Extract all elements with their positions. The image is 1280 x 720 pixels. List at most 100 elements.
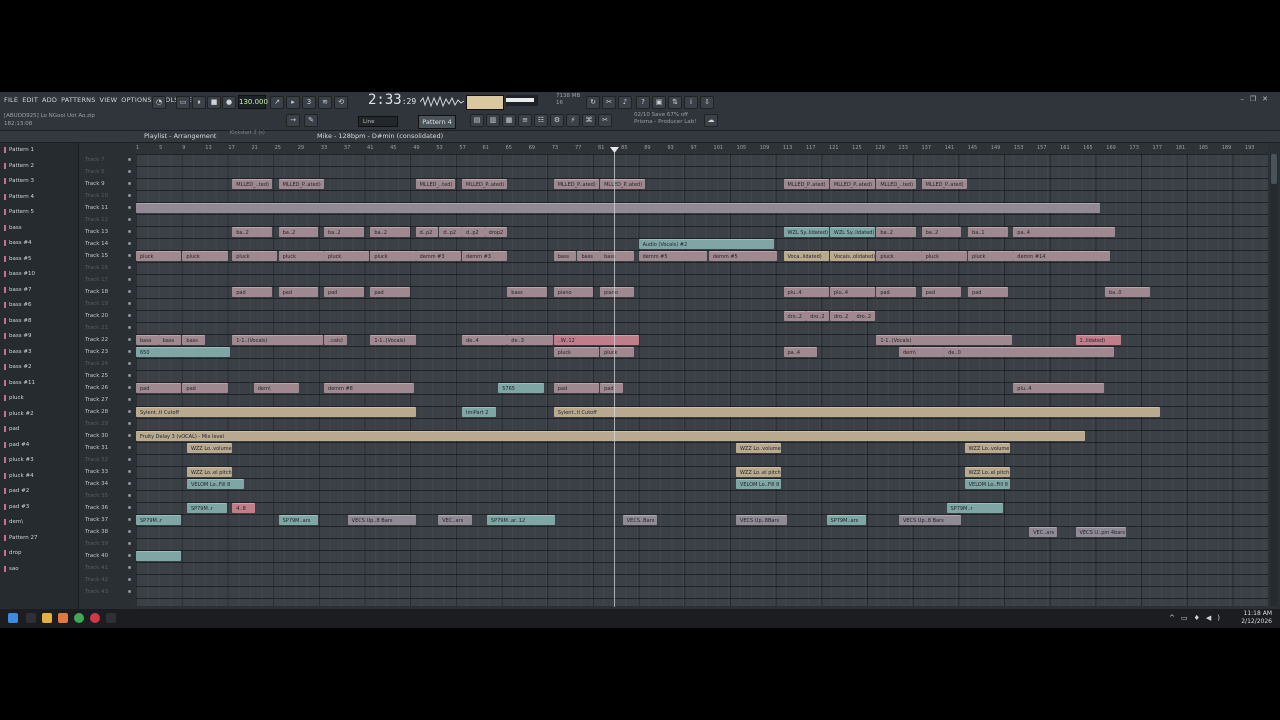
track-mute-led[interactable] <box>128 590 131 593</box>
pause-button[interactable]: ⏸ <box>192 96 206 109</box>
chrome-icon[interactable] <box>74 613 84 623</box>
system-tray[interactable]: ^▭♦◀) <box>1169 614 1226 622</box>
picker-item[interactable]: pluck #3 <box>4 455 72 465</box>
playlist-clip[interactable]: d..p2 <box>439 227 462 237</box>
playlist-clip[interactable]: VEC..ars <box>438 515 473 525</box>
playlist-clip[interactable]: MLLED_P..ated) <box>829 179 876 189</box>
window-controls[interactable]: –❐✕ <box>1240 95 1274 103</box>
picker-item[interactable]: Pattern 2 <box>4 161 72 171</box>
track-mute-led[interactable] <box>128 170 131 173</box>
playlist-clip[interactable]: pad <box>182 383 228 393</box>
blend-notes-icon[interactable]: ≋ <box>318 96 332 109</box>
track-header[interactable]: Track 11 <box>85 202 133 214</box>
picker-item[interactable]: bass #11 <box>4 378 72 388</box>
draw-icon[interactable]: ✎ <box>304 114 318 127</box>
playlist-clip[interactable]: pluck <box>323 251 370 261</box>
track-header[interactable]: Track 36 <box>85 502 133 514</box>
playlist-clip[interactable] <box>136 551 182 561</box>
channel-rack-icon[interactable]: ▦ <box>502 114 516 127</box>
track-mute-led[interactable] <box>128 194 131 197</box>
playlist-clip[interactable]: SP79M..r <box>136 515 182 525</box>
cut-icon[interactable]: ✂ <box>602 96 616 109</box>
playlist-clip[interactable]: d..p2 <box>415 227 439 237</box>
track-header[interactable]: Track 20 <box>85 310 133 322</box>
track-header[interactable]: Track 28 <box>85 406 133 418</box>
arrangement-select[interactable]: Mike - 128bpm - D#min (consolidated) <box>317 132 443 140</box>
playlist-clip[interactable]: ba..1 <box>968 227 1008 237</box>
track-mute-led[interactable] <box>128 326 131 329</box>
picker-item[interactable]: pad <box>4 424 72 434</box>
playlist-clip[interactable]: VELOM Lo..Fill 8 <box>964 479 1010 489</box>
playlist-clip[interactable]: WZZ Lo..volume <box>964 443 1010 453</box>
playlist-clip[interactable]: pad <box>278 287 319 297</box>
track-mute-led[interactable] <box>128 350 131 353</box>
track-mute-led[interactable] <box>128 278 131 281</box>
picker-item[interactable]: Pattern 27 <box>4 533 72 543</box>
snap-select[interactable]: Line <box>358 116 398 127</box>
playlist-clip[interactable]: demm #3 <box>462 251 508 261</box>
track-mute-led[interactable] <box>128 494 131 497</box>
playlist-clip[interactable]: ImiPart 2 <box>462 407 496 417</box>
playlist-clip[interactable]: VELOM Lo..Fill 8 <box>735 479 782 489</box>
start-icon[interactable] <box>8 613 18 623</box>
playlist-clip[interactable]: 650 <box>136 347 230 357</box>
track-header[interactable]: Track 30 <box>85 430 133 442</box>
playlist-clip[interactable]: ba..2 <box>323 227 364 237</box>
playlist-clip[interactable]: bass <box>158 335 182 345</box>
track-mute-led[interactable] <box>128 374 131 377</box>
playlist-clip[interactable]: Fruity Delay 3 (vOCAL) - Mix level <box>136 431 1085 441</box>
playlist-clip[interactable]: pad <box>921 287 962 297</box>
playlist-clip[interactable]: SP79M..r <box>946 503 1004 513</box>
playlist-clip[interactable]: Sylent..tl Cutoff <box>553 407 1161 417</box>
playlist-clip[interactable] <box>136 203 1101 213</box>
picker-item[interactable]: bass <box>4 223 72 233</box>
track-mute-led[interactable] <box>128 542 131 545</box>
opera-icon[interactable] <box>90 613 100 623</box>
mic-icon[interactable]: ♪ <box>618 96 632 109</box>
picker-item[interactable]: bass #4 <box>4 238 72 248</box>
playlist-clip[interactable]: MLLED_..ted) <box>876 179 916 189</box>
playlist-clip[interactable]: 1..lidated) <box>1075 335 1121 345</box>
menu-options[interactable]: OPTIONS <box>121 96 151 104</box>
track-header[interactable]: Track 35 <box>85 490 133 502</box>
playlist-clip[interactable]: piano <box>553 287 594 297</box>
menu-file[interactable]: FILE <box>4 96 18 104</box>
playlist-clip[interactable]: Sylent..tl Cutoff <box>136 407 416 417</box>
playlist-clip[interactable]: plu..4 <box>783 287 829 297</box>
track-mute-led[interactable] <box>128 266 131 269</box>
playlist-clip[interactable]: MLLED_P..ated) <box>921 179 967 189</box>
playlist-clip[interactable]: WZZ Lo..el pitch <box>964 467 1010 477</box>
menu-edit[interactable]: EDIT <box>22 96 38 104</box>
playlist-clip[interactable]: dro..2 <box>829 311 853 321</box>
track-header[interactable]: Track 33 <box>85 466 133 478</box>
playlist-clip[interactable]: SP79M..r <box>186 503 227 513</box>
playlist-clip[interactable]: drop2 <box>484 227 508 237</box>
search-icon[interactable] <box>26 613 36 623</box>
record-button[interactable]: ● <box>222 96 236 109</box>
playlist-clip[interactable]: pad <box>232 287 272 297</box>
picker-item[interactable]: dem\ <box>4 517 72 527</box>
playlist-clip[interactable]: WZZ Lo..volume <box>735 443 782 453</box>
picker-item[interactable]: pad #3 <box>4 502 72 512</box>
track-mute-led[interactable] <box>128 506 131 509</box>
track-header[interactable]: Track 25 <box>85 370 133 382</box>
playlist-clip[interactable]: pluck <box>600 347 635 357</box>
track-header[interactable]: Track 27 <box>85 394 133 406</box>
menu-add[interactable]: ADD <box>42 96 57 104</box>
info-icon[interactable]: i <box>684 96 698 109</box>
track-header[interactable]: Track 42 <box>85 574 133 586</box>
track-header[interactable]: Track 15 <box>85 250 133 262</box>
playlist-clip[interactable]: pluck <box>232 251 278 261</box>
track-mute-led[interactable] <box>128 218 131 221</box>
track-mute-led[interactable] <box>128 566 131 569</box>
track-header[interactable]: Track 10 <box>85 190 133 202</box>
playlist-clip[interactable]: MLLED_P..ated) <box>600 179 646 189</box>
wait-input-icon[interactable]: ▸ <box>286 96 300 109</box>
picker-item[interactable]: bass #3 <box>4 347 72 357</box>
track-mute-led[interactable] <box>128 386 131 389</box>
playlist-clip[interactable]: pluck <box>278 251 324 261</box>
track-header[interactable]: Track 40 <box>85 550 133 562</box>
playlist-clip[interactable]: ba..0 <box>1104 287 1151 297</box>
playlist-clip[interactable]: bass <box>136 335 159 345</box>
plugin-picker-icon[interactable]: ⚡ <box>566 114 580 127</box>
